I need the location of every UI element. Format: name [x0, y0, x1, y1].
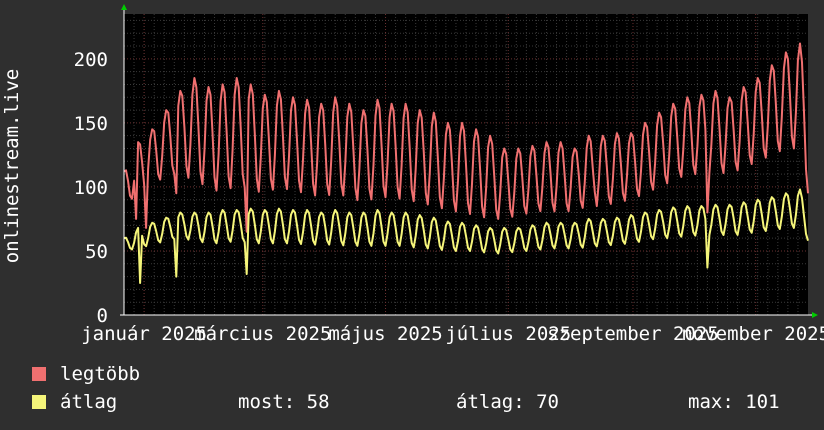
x-tick-label: május 2025 — [328, 323, 442, 345]
y-tick-label: 100 — [74, 177, 108, 199]
legend-stats: most: 58 átlag: 70 max: 101 — [0, 391, 824, 413]
y-axis-label: onlinestream.live — [1, 69, 23, 263]
x-tick-label: november 2025 — [681, 323, 824, 345]
chart: 050100150200 január 2025március 2025máju… — [1, 4, 824, 345]
y-axis-arrow — [121, 4, 127, 10]
x-tick-label: március 2025 — [194, 323, 331, 345]
y-tick-label: 50 — [85, 241, 108, 263]
legend-max-swatch — [32, 367, 46, 381]
legend-max: legtöbb — [32, 363, 140, 385]
y-tick-labels: 050100150200 — [74, 49, 108, 327]
x-tick-label: január 2025 — [81, 323, 207, 345]
x-axis-arrow — [812, 312, 818, 318]
stat-most: most: 58 — [238, 391, 330, 413]
y-tick-label: 200 — [74, 49, 108, 71]
x-tick-labels: január 2025március 2025május 2025 július … — [81, 323, 824, 345]
y-tick-label: 150 — [74, 113, 108, 135]
stat-max: max: 101 — [688, 391, 780, 413]
legend-max-label: legtöbb — [60, 363, 141, 385]
stat-atlag: átlag: 70 — [456, 391, 559, 413]
